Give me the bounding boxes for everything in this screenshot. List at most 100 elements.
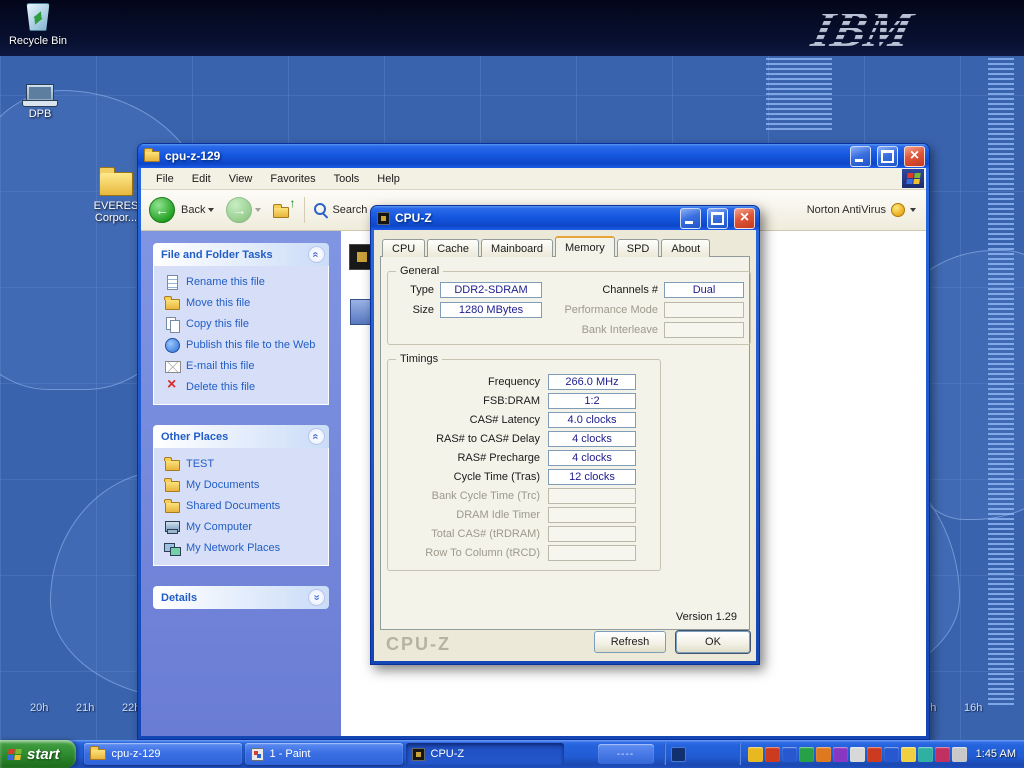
timing-label: RAS# Precharge <box>388 452 548 464</box>
menu-view[interactable]: View <box>220 170 262 188</box>
tray-icon[interactable] <box>935 747 950 762</box>
taskbar-overflow-button[interactable]: ---- <box>598 744 654 764</box>
tab-memory[interactable]: Memory <box>555 236 615 257</box>
tab-cache[interactable]: Cache <box>427 239 479 257</box>
explorer-titlebar[interactable]: cpu-z-129 <box>138 144 929 168</box>
tray-icon[interactable] <box>884 747 899 762</box>
folder-icon <box>90 749 106 760</box>
quick-launch-icon[interactable] <box>671 747 686 762</box>
task-publish-this-file[interactable]: Publish this file to the Web <box>164 337 326 352</box>
cpuz-titlebar[interactable]: CPU-Z <box>371 206 759 230</box>
ok-button[interactable]: OK <box>676 631 750 653</box>
menu-tools[interactable]: Tools <box>325 170 369 188</box>
type-label: Type <box>394 284 434 296</box>
channels-value: Dual <box>664 282 744 298</box>
panel-header[interactable]: Other Places <box>153 425 329 448</box>
timing-value: 266.0 MHz <box>548 374 636 390</box>
panel-other-places: Other Places TEST My Documents Shared Do… <box>153 425 329 566</box>
chevron-up-icon[interactable] <box>308 246 325 263</box>
tray-icon[interactable] <box>748 747 763 762</box>
tray-icon[interactable] <box>782 747 797 762</box>
place-shared-documents[interactable]: Shared Documents <box>164 498 326 513</box>
place-label: TEST <box>186 458 214 470</box>
forward-button-icon[interactable] <box>226 197 252 223</box>
tray-icon[interactable] <box>799 747 814 762</box>
timing-row-total-cas: Total CAS# (tRDRAM) <box>388 524 660 543</box>
task-label: Copy this file <box>186 318 249 330</box>
place-test[interactable]: TEST <box>164 456 326 471</box>
task-rename-this-file[interactable]: Rename this file <box>164 274 326 289</box>
place-my-documents[interactable]: My Documents <box>164 477 326 492</box>
explorer-menubar: File Edit View Favorites Tools Help <box>141 168 926 190</box>
task-move-this-file[interactable]: Move this file <box>164 295 326 310</box>
task-delete-this-file[interactable]: Delete this file <box>164 379 326 394</box>
forward-dropdown-icon[interactable] <box>255 208 261 212</box>
panel-body: TEST My Documents Shared Documents My Co… <box>153 448 329 566</box>
refresh-button[interactable]: Refresh <box>594 631 666 653</box>
tab-mainboard[interactable]: Mainboard <box>481 239 553 257</box>
tab-about[interactable]: About <box>661 239 710 257</box>
taskbar-button-cpuz[interactable]: CPU-Z <box>406 743 564 765</box>
chevron-up-icon[interactable] <box>308 428 325 445</box>
desktop-icon-recycle-bin[interactable]: Recycle Bin <box>4 3 72 47</box>
close-button[interactable] <box>904 146 925 167</box>
timezone-label: 20h <box>30 702 48 714</box>
tab-spd[interactable]: SPD <box>617 239 660 257</box>
back-button-label[interactable]: Back <box>181 204 205 216</box>
place-label: My Documents <box>186 479 259 491</box>
place-my-computer[interactable]: My Computer <box>164 519 326 534</box>
maximize-button[interactable] <box>877 146 898 167</box>
minimize-button[interactable] <box>680 208 701 229</box>
timing-label: Total CAS# (tRDRAM) <box>388 528 548 540</box>
desktop-icon-dpb[interactable]: DPB <box>6 84 74 120</box>
folder-icon <box>144 151 160 162</box>
menu-favorites[interactable]: Favorites <box>261 170 324 188</box>
norton-antivirus-control[interactable]: Norton AntiVirus <box>807 203 916 217</box>
search-button-label[interactable]: Search <box>332 204 367 216</box>
timing-value: 4 clocks <box>548 431 636 447</box>
windows-logo-icon <box>902 169 924 188</box>
task-copy-this-file[interactable]: Copy this file <box>164 316 326 331</box>
panel-header[interactable]: File and Folder Tasks <box>153 243 329 266</box>
minimize-button[interactable] <box>850 146 871 167</box>
tray-icon[interactable] <box>850 747 865 762</box>
tray-icon[interactable] <box>765 747 780 762</box>
close-button[interactable] <box>734 208 755 229</box>
file-icon-partial[interactable] <box>350 299 372 325</box>
tray-icon[interactable] <box>816 747 831 762</box>
place-label: Shared Documents <box>186 500 280 512</box>
tray-icon[interactable] <box>918 747 933 762</box>
task-label: Delete this file <box>186 381 255 393</box>
taskbar-button-paint[interactable]: 1 - Paint <box>245 743 403 765</box>
up-folder-button-icon[interactable] <box>273 202 293 218</box>
tray-icon[interactable] <box>952 747 967 762</box>
laptop-icon <box>26 84 54 102</box>
task-label: Move this file <box>186 297 250 309</box>
system-tray: 1:45 AM <box>734 740 1024 768</box>
task-email-this-file[interactable]: E-mail this file <box>164 358 326 373</box>
timing-label: CAS# Latency <box>388 414 548 426</box>
chevron-down-icon[interactable] <box>308 589 325 606</box>
timing-row-dram-idle-timer: DRAM Idle Timer <box>388 505 660 524</box>
tray-icon[interactable] <box>901 747 916 762</box>
menu-file[interactable]: File <box>147 170 183 188</box>
wallpaper-top-band: IBM <box>0 0 1024 56</box>
taskbar-button-cpu-z-129[interactable]: cpu-z-129 <box>84 743 242 765</box>
start-button[interactable]: start <box>0 740 76 768</box>
search-icon[interactable] <box>314 203 328 217</box>
norton-dropdown-icon[interactable] <box>910 208 916 212</box>
back-button-icon[interactable] <box>149 197 175 223</box>
place-my-network-places[interactable]: My Network Places <box>164 540 326 555</box>
windows-flag-icon <box>7 749 22 760</box>
panel-header[interactable]: Details <box>153 586 329 609</box>
timing-row-bank-cycle-time: Bank Cycle Time (Trc) <box>388 486 660 505</box>
menu-help[interactable]: Help <box>368 170 409 188</box>
norton-icon <box>891 203 905 217</box>
tab-cpu[interactable]: CPU <box>382 239 425 257</box>
timing-value <box>548 507 636 523</box>
maximize-button[interactable] <box>707 208 728 229</box>
tray-icon[interactable] <box>867 747 882 762</box>
menu-edit[interactable]: Edit <box>183 170 220 188</box>
tray-icon[interactable] <box>833 747 848 762</box>
back-dropdown-icon[interactable] <box>208 208 214 212</box>
